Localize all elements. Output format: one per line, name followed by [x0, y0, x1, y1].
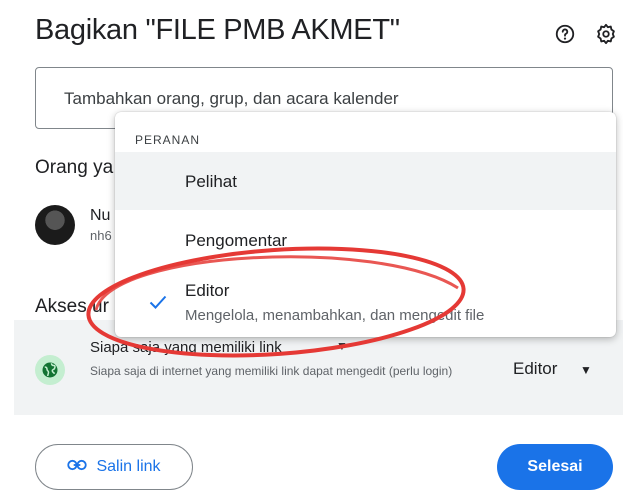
role-option-label: Editor — [185, 281, 230, 300]
role-menu-heading: PERANAN — [135, 133, 201, 147]
role-option-editor[interactable]: Editor Mengelola, menambahkan, dan menge… — [115, 264, 616, 324]
role-option-commenter[interactable]: Pengomentar — [115, 210, 616, 258]
add-people-input[interactable] — [62, 88, 586, 110]
link-access-chevron-icon[interactable]: ▼ — [336, 339, 348, 353]
avatar — [35, 205, 75, 245]
role-option-description: Mengelola, menambahkan, dan mengedit fil… — [185, 307, 485, 324]
role-menu: PERANAN Pelihat Pengomentar Editor Menge… — [115, 112, 616, 337]
copy-link-label: Salin link — [96, 458, 161, 475]
person-name: Nu — [90, 207, 111, 224]
dialog-title: Bagikan "FILE PMB AKMET" — [35, 14, 400, 46]
role-option-label: Pengomentar — [185, 231, 288, 250]
link-access-description: Siapa saja di internet yang memiliki lin… — [90, 364, 453, 378]
role-option-viewer[interactable]: Pelihat — [115, 152, 616, 210]
role-option-label: Pelihat — [185, 172, 237, 191]
copy-link-button[interactable]: Salin link — [35, 444, 193, 490]
link-icon — [67, 458, 88, 476]
people-with-access-heading: Orang ya — [35, 157, 114, 178]
link-access-dropdown[interactable]: Siapa saja yang memiliki link — [90, 339, 282, 356]
checkmark-icon — [149, 295, 167, 314]
done-button[interactable]: Selesai — [497, 444, 613, 490]
gear-icon[interactable] — [594, 22, 618, 46]
globe-icon — [35, 355, 65, 385]
link-role-dropdown[interactable]: Editor — [513, 359, 557, 379]
person-email: nh6 — [90, 228, 112, 243]
help-icon[interactable] — [553, 22, 577, 46]
general-access-heading: Akses ur — [35, 296, 109, 317]
role-chevron-down-icon[interactable]: ▼ — [580, 363, 592, 377]
